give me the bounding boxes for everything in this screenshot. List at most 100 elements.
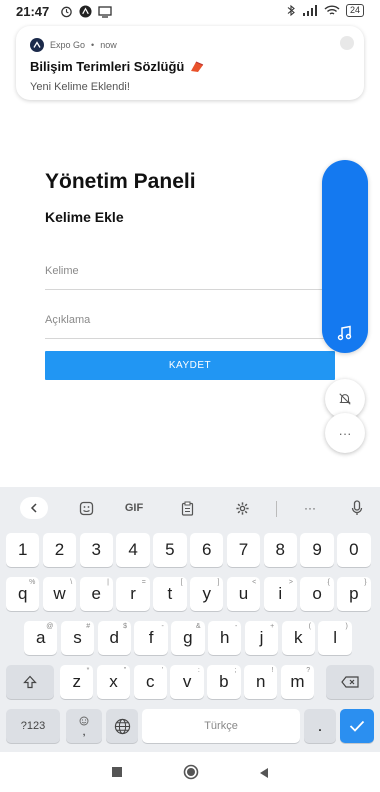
shift-icon [23, 675, 37, 689]
key-7[interactable]: 7 [226, 533, 261, 567]
music-note-icon[interactable] [337, 325, 353, 341]
key-label: i [278, 584, 283, 603]
status-right-icons: 24 [287, 4, 364, 17]
key-o[interactable]: o{ [300, 577, 334, 611]
key-u[interactable]: u < [226, 577, 261, 611]
description-input[interactable] [45, 302, 335, 339]
status-left-icons [60, 5, 112, 18]
toolbar-clipboard-button[interactable] [173, 497, 201, 519]
key-6[interactable]: 6 [190, 533, 224, 567]
key-secondary-label: ! [271, 667, 274, 674]
save-button[interactable]: KAYDET [45, 351, 335, 380]
key-f[interactable]: f- [134, 621, 168, 655]
key-q[interactable]: q% [6, 577, 40, 611]
word-input[interactable] [45, 253, 335, 290]
key-label: o [312, 584, 322, 603]
key-secondary-label: ; [234, 667, 237, 674]
enter-key[interactable] [340, 709, 374, 743]
shift-key[interactable] [6, 665, 54, 699]
key-i[interactable]: i > [263, 577, 297, 611]
key-secondary-label: { [327, 579, 330, 586]
key-label: c [146, 672, 155, 691]
home-button[interactable] [183, 764, 199, 780]
symbols-key[interactable]: ?123 [6, 709, 60, 743]
key-label: r [130, 584, 136, 603]
key-label: 6 [201, 540, 212, 559]
key-4[interactable]: 4 [116, 533, 150, 567]
key-label: 3 [91, 540, 102, 559]
bell-off-icon [339, 393, 351, 405]
key-label: e [91, 584, 102, 603]
key-p[interactable]: p} [337, 577, 371, 611]
floating-widget-pill[interactable] [322, 160, 368, 353]
key-c[interactable]: c ' [133, 665, 167, 699]
key-label: y [202, 584, 211, 603]
key-v[interactable]: v: [170, 665, 204, 699]
key-w[interactable]: w \ [42, 577, 77, 611]
key-n[interactable]: n! [244, 665, 278, 699]
key-b[interactable]: b; [207, 665, 241, 699]
key-label: n [255, 672, 266, 691]
key-t[interactable]: t[ [153, 577, 187, 611]
key-2[interactable]: 2 [42, 533, 77, 567]
home-icon [183, 764, 199, 780]
key-h[interactable]: h- [208, 621, 242, 655]
key-secondary-label: % [29, 579, 36, 586]
check-icon [349, 720, 365, 732]
key-3[interactable]: 3 [79, 533, 113, 567]
space-key[interactable]: Türkçe [142, 709, 300, 743]
key-l[interactable]: l) [318, 621, 352, 655]
navigation-bar [0, 752, 380, 792]
toolbar-more-button[interactable]: ··· [296, 497, 324, 519]
key-label: g [183, 628, 193, 647]
key-label: d [109, 628, 120, 647]
key-secondary-label: $ [123, 623, 127, 630]
section-title: Kelime Ekle [45, 209, 124, 225]
key-e[interactable]: e | [79, 577, 113, 611]
key-label: 5 [165, 540, 175, 559]
expo-status-icon [79, 5, 92, 18]
back-button[interactable] [258, 766, 270, 778]
chevron-left-icon [30, 503, 37, 513]
emoji-comma-key[interactable]: , [66, 709, 102, 743]
key-z[interactable]: z * [60, 665, 94, 699]
key-g[interactable]: g & [171, 621, 205, 655]
more-label: ··· [338, 425, 352, 441]
key-s[interactable]: s # [60, 621, 95, 655]
key-d[interactable]: d $ [97, 621, 131, 655]
key-secondary-label: ' [161, 667, 163, 674]
screen-icon [98, 6, 112, 18]
period-key[interactable]: . [304, 709, 336, 743]
key-x[interactable]: x " [96, 665, 131, 699]
key-secondary-label: } [364, 579, 367, 586]
toolbar-mic-button[interactable] [343, 497, 371, 519]
recents-button[interactable] [112, 767, 122, 777]
key-m[interactable]: m? [280, 665, 315, 699]
key-y[interactable]: y] [190, 577, 224, 611]
key-5[interactable]: 5 [153, 533, 187, 567]
key-j[interactable]: j + [244, 621, 279, 655]
key-9[interactable]: 9 [300, 533, 334, 567]
key-1[interactable]: 1 [6, 533, 40, 567]
key-a[interactable]: a @ [24, 621, 58, 655]
key-k[interactable]: k( [281, 621, 315, 655]
language-key[interactable] [106, 709, 138, 743]
toolbar-back-button[interactable] [20, 497, 48, 519]
key-0[interactable]: 0 [337, 533, 371, 567]
toolbar-divider [276, 501, 277, 517]
key-label: w [53, 584, 66, 603]
notification-card[interactable]: Expo Go • now Bilişim Terimleri Sözlüğü … [16, 26, 364, 100]
backspace-key[interactable] [326, 665, 374, 699]
key-secondary-label: ? [306, 667, 311, 674]
book-icon [190, 61, 204, 72]
key-secondary-label: \ [70, 579, 73, 586]
backspace-icon [341, 676, 359, 688]
key-r[interactable]: r = [116, 577, 150, 611]
toolbar-sticker-button[interactable] [72, 497, 100, 519]
toolbar-settings-button[interactable] [228, 497, 256, 519]
key-8[interactable]: 8 [263, 533, 297, 567]
key-label: q [17, 584, 28, 603]
toolbar-gif-button[interactable]: GIF [120, 497, 148, 519]
more-options-button[interactable]: ··· [325, 413, 365, 453]
status-time: 21:47 [16, 4, 50, 19]
